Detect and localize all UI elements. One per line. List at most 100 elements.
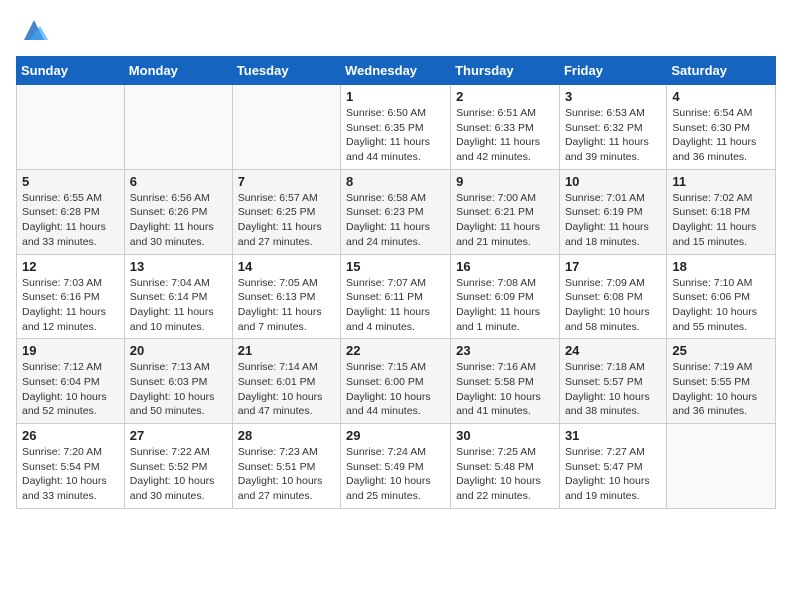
day-number: 17	[565, 259, 661, 274]
calendar-cell: 26 Sunrise: 7:20 AM Sunset: 5:54 PM Dayli…	[17, 424, 125, 509]
day-number: 20	[130, 343, 227, 358]
calendar-cell: 28 Sunrise: 7:23 AM Sunset: 5:51 PM Dayli…	[232, 424, 340, 509]
day-info: Sunrise: 7:18 AM Sunset: 5:57 PM Dayligh…	[565, 360, 661, 419]
calendar-cell: 5 Sunrise: 6:55 AM Sunset: 6:28 PM Daylig…	[17, 169, 125, 254]
calendar-cell: 16 Sunrise: 7:08 AM Sunset: 6:09 PM Dayli…	[451, 254, 560, 339]
day-info: Sunrise: 7:08 AM Sunset: 6:09 PM Dayligh…	[456, 276, 554, 335]
day-number: 18	[672, 259, 770, 274]
day-info: Sunrise: 7:19 AM Sunset: 5:55 PM Dayligh…	[672, 360, 770, 419]
day-number: 22	[346, 343, 445, 358]
day-info: Sunrise: 6:58 AM Sunset: 6:23 PM Dayligh…	[346, 191, 445, 250]
calendar-cell: 9 Sunrise: 7:00 AM Sunset: 6:21 PM Daylig…	[451, 169, 560, 254]
day-info: Sunrise: 7:16 AM Sunset: 5:58 PM Dayligh…	[456, 360, 554, 419]
weekday-header: Thursday	[451, 57, 560, 85]
day-info: Sunrise: 7:10 AM Sunset: 6:06 PM Dayligh…	[672, 276, 770, 335]
day-number: 31	[565, 428, 661, 443]
day-number: 26	[22, 428, 119, 443]
weekday-header: Wednesday	[341, 57, 451, 85]
day-info: Sunrise: 7:15 AM Sunset: 6:00 PM Dayligh…	[346, 360, 445, 419]
day-info: Sunrise: 6:51 AM Sunset: 6:33 PM Dayligh…	[456, 106, 554, 165]
day-number: 13	[130, 259, 227, 274]
day-info: Sunrise: 7:04 AM Sunset: 6:14 PM Dayligh…	[130, 276, 227, 335]
day-number: 6	[130, 174, 227, 189]
calendar-cell: 23Sunrise: 7:16 AM Sunset: 5:58 PM Dayli…	[451, 339, 560, 424]
day-number: 21	[238, 343, 335, 358]
day-info: Sunrise: 7:07 AM Sunset: 6:11 PM Dayligh…	[346, 276, 445, 335]
day-number: 16	[456, 259, 554, 274]
day-info: Sunrise: 7:14 AM Sunset: 6:01 PM Dayligh…	[238, 360, 335, 419]
calendar-cell	[124, 85, 232, 170]
calendar-cell: 10 Sunrise: 7:01 AM Sunset: 6:19 PM Dayli…	[559, 169, 666, 254]
day-info: Sunrise: 7:13 AM Sunset: 6:03 PM Dayligh…	[130, 360, 227, 419]
calendar-cell: 24 Sunrise: 7:18 AM Sunset: 5:57 PM Dayli…	[559, 339, 666, 424]
day-number: 12	[22, 259, 119, 274]
day-number: 19	[22, 343, 119, 358]
day-info: Sunrise: 7:03 AM Sunset: 6:16 PM Dayligh…	[22, 276, 119, 335]
day-info: Sunrise: 6:53 AM Sunset: 6:32 PM Dayligh…	[565, 106, 661, 165]
day-number: 28	[238, 428, 335, 443]
day-info: Sunrise: 7:01 AM Sunset: 6:19 PM Dayligh…	[565, 191, 661, 250]
day-info: Sunrise: 7:12 AM Sunset: 6:04 PM Dayligh…	[22, 360, 119, 419]
calendar-cell: 15Sunrise: 7:07 AM Sunset: 6:11 PM Dayli…	[341, 254, 451, 339]
calendar-cell: 4 Sunrise: 6:54 AM Sunset: 6:30 PM Daylig…	[667, 85, 776, 170]
calendar-cell: 29Sunrise: 7:24 AM Sunset: 5:49 PM Dayli…	[341, 424, 451, 509]
day-number: 10	[565, 174, 661, 189]
weekday-header: Monday	[124, 57, 232, 85]
day-info: Sunrise: 6:55 AM Sunset: 6:28 PM Dayligh…	[22, 191, 119, 250]
day-number: 7	[238, 174, 335, 189]
day-number: 5	[22, 174, 119, 189]
day-number: 27	[130, 428, 227, 443]
day-info: Sunrise: 7:20 AM Sunset: 5:54 PM Dayligh…	[22, 445, 119, 504]
day-number: 25	[672, 343, 770, 358]
day-info: Sunrise: 7:02 AM Sunset: 6:18 PM Dayligh…	[672, 191, 770, 250]
calendar-cell: 25 Sunrise: 7:19 AM Sunset: 5:55 PM Dayli…	[667, 339, 776, 424]
weekday-header: Saturday	[667, 57, 776, 85]
calendar-cell: 11 Sunrise: 7:02 AM Sunset: 6:18 PM Dayli…	[667, 169, 776, 254]
day-number: 24	[565, 343, 661, 358]
calendar-cell: 7 Sunrise: 6:57 AM Sunset: 6:25 PM Daylig…	[232, 169, 340, 254]
day-number: 3	[565, 89, 661, 104]
calendar-cell: 14 Sunrise: 7:05 AM Sunset: 6:13 PM Dayli…	[232, 254, 340, 339]
logo-icon	[20, 16, 48, 44]
day-number: 9	[456, 174, 554, 189]
day-info: Sunrise: 6:56 AM Sunset: 6:26 PM Dayligh…	[130, 191, 227, 250]
calendar-cell: 6 Sunrise: 6:56 AM Sunset: 6:26 PM Daylig…	[124, 169, 232, 254]
calendar-table: SundayMondayTuesdayWednesdayThursdayFrid…	[16, 56, 776, 509]
day-number: 4	[672, 89, 770, 104]
day-info: Sunrise: 6:57 AM Sunset: 6:25 PM Dayligh…	[238, 191, 335, 250]
logo	[16, 16, 48, 44]
day-info: Sunrise: 7:00 AM Sunset: 6:21 PM Dayligh…	[456, 191, 554, 250]
day-info: Sunrise: 7:09 AM Sunset: 6:08 PM Dayligh…	[565, 276, 661, 335]
day-info: Sunrise: 6:54 AM Sunset: 6:30 PM Dayligh…	[672, 106, 770, 165]
calendar-cell: 18 Sunrise: 7:10 AM Sunset: 6:06 PM Dayli…	[667, 254, 776, 339]
calendar-cell: 22 Sunrise: 7:15 AM Sunset: 6:00 PM Dayli…	[341, 339, 451, 424]
day-number: 1	[346, 89, 445, 104]
day-info: Sunrise: 6:50 AM Sunset: 6:35 PM Dayligh…	[346, 106, 445, 165]
weekday-header: Sunday	[17, 57, 125, 85]
calendar-cell: 19 Sunrise: 7:12 AM Sunset: 6:04 PM Dayli…	[17, 339, 125, 424]
calendar-cell: 21 Sunrise: 7:14 AM Sunset: 6:01 PM Dayli…	[232, 339, 340, 424]
day-number: 11	[672, 174, 770, 189]
calendar-cell: 13 Sunrise: 7:04 AM Sunset: 6:14 PM Dayli…	[124, 254, 232, 339]
calendar-cell	[667, 424, 776, 509]
page-header	[16, 16, 776, 44]
calendar-cell: 3 Sunrise: 6:53 AM Sunset: 6:32 PM Daylig…	[559, 85, 666, 170]
day-info: Sunrise: 7:23 AM Sunset: 5:51 PM Dayligh…	[238, 445, 335, 504]
calendar-cell: 8 Sunrise: 6:58 AM Sunset: 6:23 PM Daylig…	[341, 169, 451, 254]
day-info: Sunrise: 7:22 AM Sunset: 5:52 PM Dayligh…	[130, 445, 227, 504]
calendar-cell: 31 Sunrise: 7:27 AM Sunset: 5:47 PM Dayli…	[559, 424, 666, 509]
calendar-cell: 30Sunrise: 7:25 AM Sunset: 5:48 PM Dayli…	[451, 424, 560, 509]
day-number: 8	[346, 174, 445, 189]
day-number: 14	[238, 259, 335, 274]
day-info: Sunrise: 7:27 AM Sunset: 5:47 PM Dayligh…	[565, 445, 661, 504]
day-info: Sunrise: 7:25 AM Sunset: 5:48 PM Dayligh…	[456, 445, 554, 504]
day-info: Sunrise: 7:24 AM Sunset: 5:49 PM Dayligh…	[346, 445, 445, 504]
day-number: 2	[456, 89, 554, 104]
weekday-header: Tuesday	[232, 57, 340, 85]
calendar-cell: 12 Sunrise: 7:03 AM Sunset: 6:16 PM Dayli…	[17, 254, 125, 339]
calendar-cell: 27 Sunrise: 7:22 AM Sunset: 5:52 PM Dayli…	[124, 424, 232, 509]
day-info: Sunrise: 7:05 AM Sunset: 6:13 PM Dayligh…	[238, 276, 335, 335]
calendar-cell	[232, 85, 340, 170]
calendar-cell: 2 Sunrise: 6:51 AM Sunset: 6:33 PM Daylig…	[451, 85, 560, 170]
weekday-header: Friday	[559, 57, 666, 85]
